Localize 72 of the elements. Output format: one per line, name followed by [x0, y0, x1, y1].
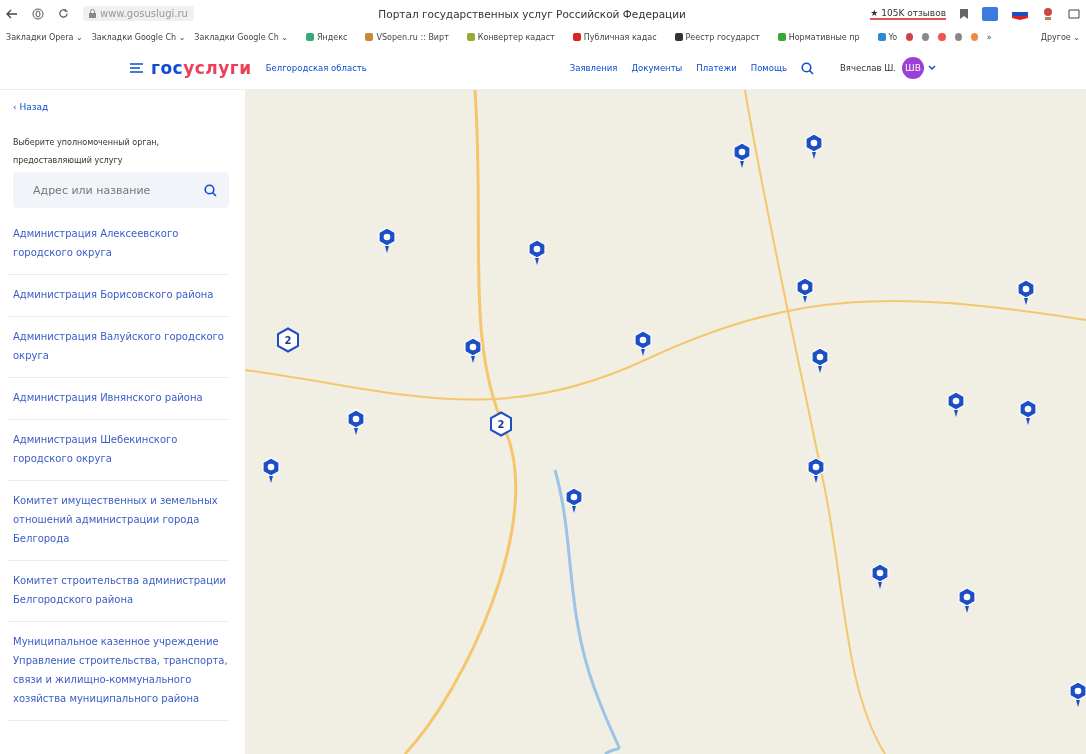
- bookmark-folder[interactable]: Закладки Google Ch ⌄: [91, 32, 186, 42]
- lock-icon: [89, 9, 96, 18]
- user-avatar[interactable]: ШВ: [902, 57, 924, 79]
- site-logo[interactable]: госуслуги: [151, 58, 252, 78]
- map-pin-icon[interactable]: [1018, 399, 1038, 426]
- news-icon[interactable]: [982, 6, 998, 21]
- extension-icon[interactable]: [1042, 6, 1054, 21]
- back-icon[interactable]: [6, 8, 18, 19]
- map-pin-icon[interactable]: [1068, 681, 1086, 708]
- bookmark-link[interactable]: VSopen.ru :: Вирт: [365, 32, 449, 42]
- bookmark-link[interactable]: Конвертер кадаст: [466, 32, 555, 42]
- page-title: Портал государственных услуг Российской Федерации: [377, 7, 687, 20]
- bookmark-link[interactable]: Yo: [877, 32, 898, 42]
- map-pin-icon[interactable]: [806, 457, 826, 484]
- map-pin-icon[interactable]: [1016, 279, 1036, 306]
- map-pin-icon[interactable]: [946, 391, 966, 418]
- reviews-link[interactable]: ★ 105K отзывов: [870, 7, 946, 20]
- map-pin-icon[interactable]: [633, 330, 653, 357]
- site-icon: [466, 33, 475, 41]
- map-pin-icon[interactable]: [346, 409, 366, 436]
- site-icon: [674, 33, 683, 41]
- user-name[interactable]: Вячеслав Ш.: [840, 63, 896, 73]
- bookmark-folder[interactable]: Закладки Google Ch ⌄: [194, 32, 288, 42]
- organization-link[interactable]: Комитет имущественных и земельных отношений администрации города Белгорода: [8, 481, 229, 561]
- map-pin-icon[interactable]: [527, 239, 547, 266]
- search-icon[interactable]: [204, 184, 217, 197]
- bookmark-link[interactable]: Реестр государст: [674, 32, 760, 42]
- bookmark-folder[interactable]: Другое ⌄: [1040, 32, 1081, 42]
- map-pin-icon[interactable]: [463, 337, 483, 364]
- map-pin-icon[interactable]: [810, 347, 830, 374]
- region-link[interactable]: Белгородская область: [265, 63, 367, 73]
- back-link[interactable]: ‹ Назад: [13, 102, 49, 112]
- site-icon: [572, 33, 581, 41]
- snapshot-icon[interactable]: [1068, 7, 1080, 20]
- more-bookmarks-button[interactable]: »: [986, 32, 992, 42]
- search-icon[interactable]: [801, 61, 814, 75]
- site-icon: [365, 33, 374, 41]
- map-pin-icon[interactable]: [261, 457, 281, 484]
- bookmark-icon[interactable]: [960, 8, 968, 19]
- map-pin-icon[interactable]: [804, 133, 824, 160]
- map-pin-icon[interactable]: [377, 227, 397, 254]
- opera-logo-icon[interactable]: [32, 7, 44, 20]
- organization-link[interactable]: Администрация Борисовского района: [8, 275, 229, 317]
- map-pin-icon[interactable]: [870, 563, 890, 590]
- chevron-down-icon[interactable]: [928, 65, 936, 71]
- site-icon: [306, 33, 314, 41]
- nav-link[interactable]: Документы: [631, 63, 683, 73]
- site-icon: [877, 33, 886, 41]
- organization-link[interactable]: Администрация Шебекинского городского округа: [8, 420, 229, 481]
- map-cluster[interactable]: 2: [489, 411, 513, 437]
- map-pin-icon[interactable]: [564, 487, 584, 514]
- map-pin-icon[interactable]: [795, 277, 815, 304]
- bookmark-folder[interactable]: Закладки Opera ⌄: [6, 32, 83, 42]
- menu-icon[interactable]: [130, 63, 143, 73]
- organization-link[interactable]: Муниципальное казенное учреждение Управление строительства, транспорта, связи и жилищно-коммунального хозяйства муниципального района: [8, 622, 229, 721]
- nav-link[interactable]: Платежи: [696, 63, 737, 73]
- search-field[interactable]: Адрес или название: [13, 172, 229, 208]
- nav-link[interactable]: Помощь: [750, 63, 787, 73]
- map-cluster[interactable]: 2: [276, 327, 300, 353]
- site-icon: [777, 33, 786, 41]
- bookmark-link[interactable]: Нормативные пр: [777, 32, 860, 42]
- organization-link[interactable]: Администрация Валуйского городского округа: [8, 317, 229, 378]
- bookmark-link[interactable]: Яндекс: [306, 32, 348, 42]
- nav-link[interactable]: Заявления: [569, 63, 618, 73]
- map-pin-icon[interactable]: [732, 142, 752, 169]
- instruction-text: Выберите уполномоченный орган, предоставляющий услугу: [13, 137, 161, 167]
- reload-icon[interactable]: [58, 8, 69, 19]
- organization-link[interactable]: Администрация Ивнянского района: [8, 378, 229, 420]
- bookmark-link[interactable]: Публичная кадас: [572, 32, 657, 42]
- organization-link[interactable]: Администрация Алексеевского городского округа: [8, 214, 229, 275]
- organization-link[interactable]: Комитет строительства администрации Белгородского района: [8, 561, 229, 622]
- map-pin-icon[interactable]: [957, 587, 977, 614]
